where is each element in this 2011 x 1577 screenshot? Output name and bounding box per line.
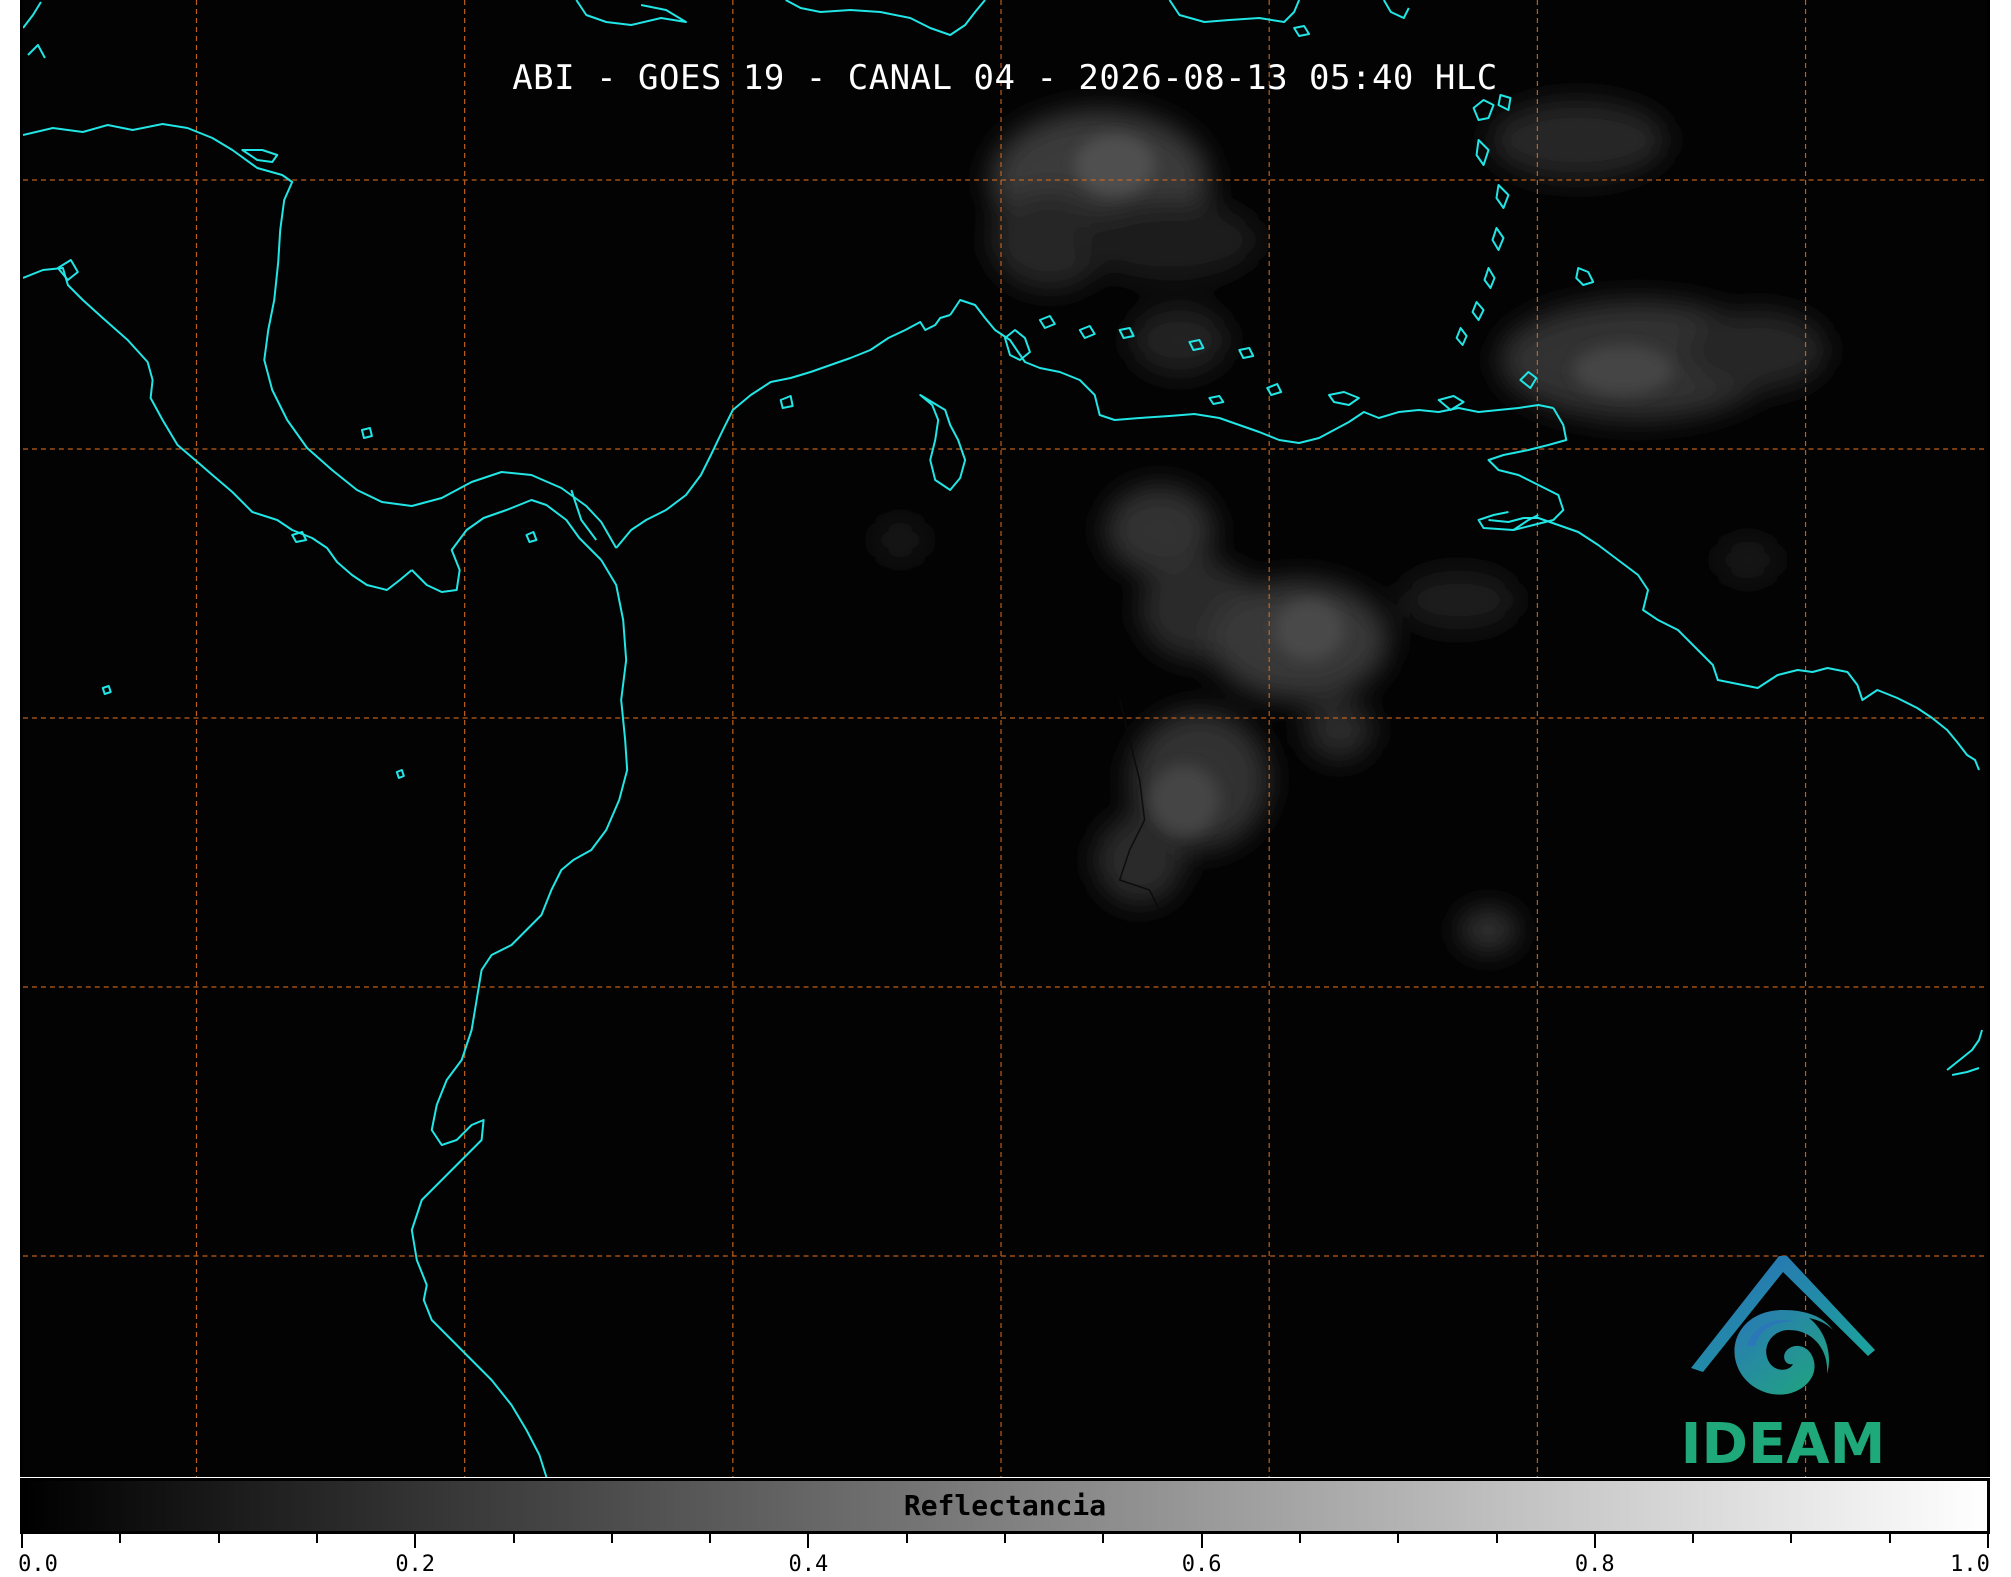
colorbar: Reflectancia (20, 1478, 1990, 1534)
colorbar-minor-tick (315, 1534, 318, 1543)
colorbar-minor-tick (610, 1534, 613, 1543)
colorbar-minor-tick (1692, 1534, 1695, 1543)
map-title: ABI - GOES 19 - CANAL 04 - 2026-08-13 05… (512, 58, 1498, 98)
colorbar-tick-label: 0.8 (1574, 1552, 1615, 1577)
colorbar-major-tick (1200, 1534, 1203, 1548)
colorbar-minor-tick (1790, 1534, 1793, 1543)
ideam-emblem-icon (1691, 1256, 1875, 1395)
colorbar-tick-label: 0.2 (395, 1552, 436, 1577)
colorbar-label: Reflectancia (903, 1489, 1107, 1522)
colorbar-tick-label: 0.4 (788, 1552, 829, 1577)
colorbar-minor-tick (119, 1534, 122, 1543)
colorbar-major-tick (807, 1534, 810, 1548)
colorbar-tick-label: 0.6 (1181, 1552, 1222, 1577)
colorbar-major-tick (1987, 1534, 1989, 1548)
colorbar-major-tick (1593, 1534, 1596, 1548)
colorbar-minor-tick (1397, 1534, 1400, 1543)
colorbar-minor-tick (709, 1534, 712, 1543)
colorbar-minor-tick (1495, 1534, 1498, 1543)
ideam-logo-text: IDEAM (1680, 1412, 1886, 1477)
satellite-image-panel: ABI - GOES 19 - CANAL 04 - 2026-08-13 05… (20, 0, 1990, 1477)
colorbar-minor-tick (905, 1534, 908, 1543)
colorbar-minor-tick (1102, 1534, 1105, 1543)
colorbar-minor-tick (217, 1534, 220, 1543)
cloud-cover (875, 100, 1828, 952)
colorbar-major-tick (414, 1534, 417, 1548)
colorbar-tick-label: 0.0 (18, 1552, 58, 1577)
ideam-logo: IDEAM (1663, 1250, 1903, 1477)
colorbar-major-tick (21, 1534, 23, 1548)
colorbar-minor-tick (1004, 1534, 1006, 1543)
colorbar-minor-tick (1298, 1534, 1301, 1543)
colorbar-tick-label: 1.0 (1950, 1552, 1990, 1577)
colorbar-axis: 0.0 0.2 0.4 0.6 0.8 1.0 (18, 1534, 1990, 1577)
colorbar-minor-tick (512, 1534, 515, 1543)
colorbar-minor-tick (1888, 1534, 1891, 1543)
